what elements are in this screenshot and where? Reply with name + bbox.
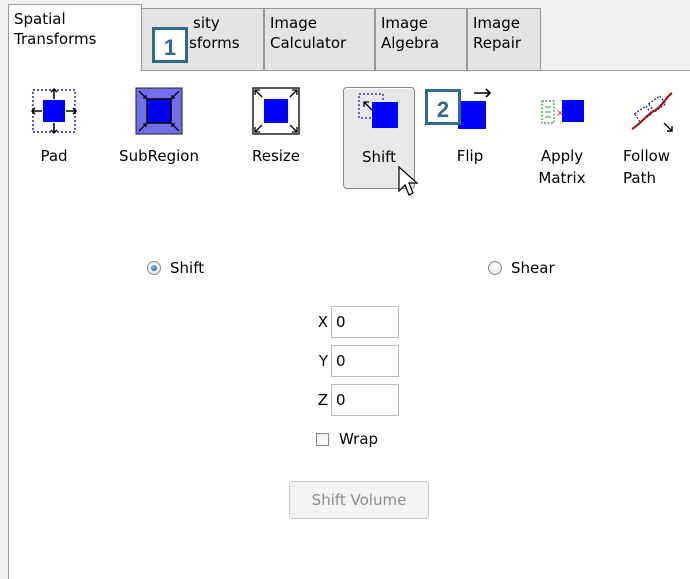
shift-icon (355, 90, 403, 138)
tab-label-line2: Algebra (381, 34, 440, 52)
tool-label-pad: Pad (40, 147, 68, 165)
resize-icon (252, 87, 300, 135)
x-input[interactable] (331, 306, 399, 338)
wrap-option[interactable]: Wrap (316, 430, 378, 448)
subregion-icon (135, 87, 183, 135)
shift-mode-option[interactable]: Shift (147, 259, 204, 277)
apply-matrix-icon: × (538, 87, 586, 135)
y-field-row: Y (314, 345, 399, 377)
tab-label-line2: Repair (473, 34, 522, 52)
x-field-row: X (314, 306, 399, 338)
tab-label-line1: Image (473, 14, 520, 32)
shear-mode-option[interactable]: Shear (488, 259, 555, 277)
tab-image-repair[interactable]: Image Repair (467, 8, 541, 70)
tool-label-subregion: SubRegion (119, 147, 199, 165)
tool-label-resize: Resize (251, 147, 301, 165)
tab-image-calculator[interactable]: Image Calculator (264, 8, 375, 70)
z-input[interactable] (331, 384, 399, 416)
resize-button[interactable]: Resize (237, 85, 315, 167)
y-input[interactable] (331, 345, 399, 377)
tab-label-line2: Transforms (14, 30, 97, 48)
tab-image-algebra[interactable]: Image Algebra (375, 8, 467, 70)
x-label: X (317, 313, 328, 331)
tool-label-flip: Flip (456, 147, 484, 165)
shear-radio-label: Shear (511, 259, 555, 277)
pad-button[interactable]: Pad (15, 85, 93, 167)
tab-label-line2: sforms (189, 34, 240, 52)
wrap-label: Wrap (339, 430, 379, 448)
pad-icon (30, 87, 78, 135)
tool-label-follow-path: Follow Path (623, 147, 671, 187)
tool-label-apply-matrix: Apply Matrix (538, 147, 586, 187)
tab-label-line1: Image (270, 14, 317, 32)
shift-volume-button[interactable]: Shift Volume (289, 481, 429, 519)
tab-label-line2: Calculator (270, 34, 347, 52)
shift-radio[interactable] (147, 261, 161, 275)
shear-radio[interactable] (488, 261, 502, 275)
z-label: Z (317, 391, 328, 409)
mouse-cursor-icon (398, 165, 419, 196)
follow-path-icon (628, 87, 676, 135)
tab-label-line1: Image (381, 14, 428, 32)
tab-label-line1: sity (193, 14, 220, 32)
tab-label-line1: Spatial (14, 10, 66, 28)
subregion-button[interactable]: SubRegion (107, 85, 211, 167)
z-field-row: Z (314, 384, 399, 416)
callout-1: 1 (152, 27, 188, 63)
callout-2: 2 (425, 89, 461, 125)
tab-spatial-transforms[interactable]: Spatial Transforms (8, 4, 142, 71)
shift-radio-label: Shift (170, 259, 205, 277)
follow-path-button[interactable]: Follow Path (613, 85, 690, 189)
y-label: Y (318, 352, 328, 370)
apply-matrix-button[interactable]: × Apply Matrix (523, 85, 601, 189)
wrap-checkbox[interactable] (316, 432, 329, 446)
